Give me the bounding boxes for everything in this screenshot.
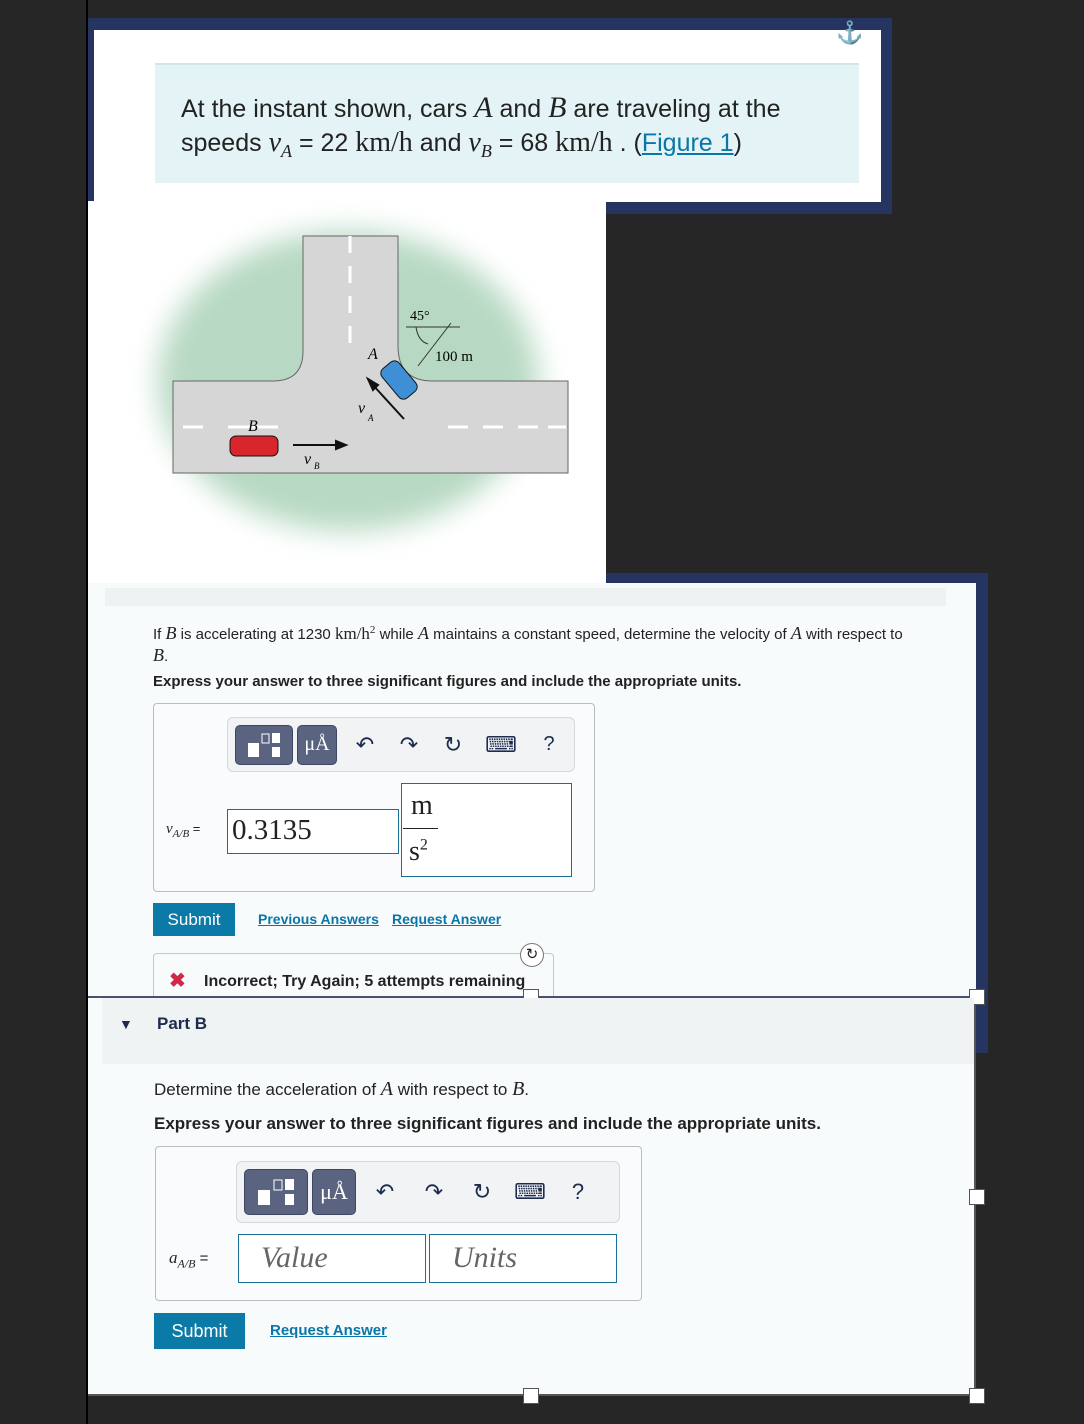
- va-label: v: [358, 400, 366, 417]
- car-b: [229, 435, 279, 457]
- feedback-text: Incorrect; Try Again; 5 attempts remaini…: [204, 973, 526, 990]
- feedback-box: ✖ Incorrect; Try Again; 5 attempts remai…: [153, 953, 554, 998]
- part-b-header[interactable]: ▼ Part B: [102, 998, 974, 1064]
- undo-icon[interactable]: ↶: [360, 1179, 410, 1205]
- part-a-request-answer-link[interactable]: Request Answer: [392, 911, 501, 927]
- keyboard-icon[interactable]: ⌨: [475, 732, 527, 758]
- part-a-question: If B is accelerating at 1230 km/h2 while…: [153, 623, 903, 665]
- templates-icon: [258, 1179, 294, 1205]
- reset-icon[interactable]: ↻: [458, 1179, 506, 1205]
- redo-icon[interactable]: ↷: [410, 1179, 458, 1205]
- incorrect-icon: ✖: [169, 970, 186, 992]
- part-b-instruction: Express your answer to three significant…: [154, 1114, 821, 1133]
- distance-label: 100 m: [435, 349, 473, 365]
- redo-icon[interactable]: ↷: [387, 732, 431, 758]
- help-icon[interactable]: ?: [554, 1179, 602, 1205]
- resize-handle[interactable]: [969, 1189, 985, 1205]
- intersection-figure: 45° 100 m A B v A v B: [158, 231, 569, 531]
- part-b-toolbar: μÅ ↶ ↷ ↻ ⌨ ?: [236, 1161, 620, 1223]
- car-a-label: A: [367, 346, 378, 363]
- previous-answers-link[interactable]: Previous Answers: [258, 911, 379, 927]
- figure-panel: 45° 100 m A B v A v B: [88, 201, 606, 583]
- units-button[interactable]: μÅ: [312, 1169, 356, 1215]
- part-b-units-input[interactable]: Units: [429, 1234, 617, 1283]
- templates-icon: [248, 732, 280, 757]
- part-b-value-input[interactable]: Value: [238, 1234, 426, 1283]
- collapse-triangle-icon[interactable]: ▼: [119, 1016, 133, 1032]
- part-b-submit-button[interactable]: Submit: [154, 1313, 245, 1349]
- undo-icon[interactable]: ↶: [343, 732, 387, 758]
- reset-icon[interactable]: ↻: [431, 732, 475, 758]
- svg-text:A: A: [367, 413, 374, 423]
- part-a-instruction: Express your answer to three significant…: [153, 673, 742, 690]
- units-button[interactable]: μÅ: [297, 724, 337, 765]
- help-icon[interactable]: ?: [527, 733, 571, 756]
- part-a-toolbar: μÅ ↶ ↷ ↻ ⌨ ?: [227, 717, 575, 772]
- vb-label: v: [304, 451, 312, 468]
- svg-text:B: B: [314, 461, 320, 471]
- figure-link[interactable]: Figure 1: [642, 129, 734, 157]
- keyboard-icon[interactable]: ⌨: [506, 1179, 554, 1205]
- problem-statement: At the instant shown, cars A and B are t…: [155, 63, 859, 183]
- angle-label: 45°: [410, 309, 430, 324]
- templates-button[interactable]: [244, 1169, 308, 1215]
- part-a-value-input[interactable]: 0.3135: [227, 809, 399, 854]
- part-a-variable-label: vA/B =: [166, 821, 201, 840]
- part-b-title: Part B: [157, 1014, 208, 1033]
- part-a-units-input[interactable]: m s2: [401, 783, 572, 877]
- resize-handle[interactable]: [523, 1388, 539, 1404]
- templates-button[interactable]: [235, 724, 293, 765]
- resize-handle[interactable]: [969, 1388, 985, 1404]
- car-b-label: B: [248, 418, 258, 435]
- part-b-variable-label: aA/B =: [169, 1248, 209, 1271]
- anchor-icon[interactable]: ⚓: [836, 20, 863, 46]
- part-a-submit-button[interactable]: Submit: [153, 903, 235, 936]
- part-b-request-answer-link[interactable]: Request Answer: [270, 1322, 387, 1339]
- rotate-handle-icon[interactable]: ↻: [520, 943, 544, 967]
- part-b-question: Determine the acceleration of A with res…: [154, 1078, 530, 1100]
